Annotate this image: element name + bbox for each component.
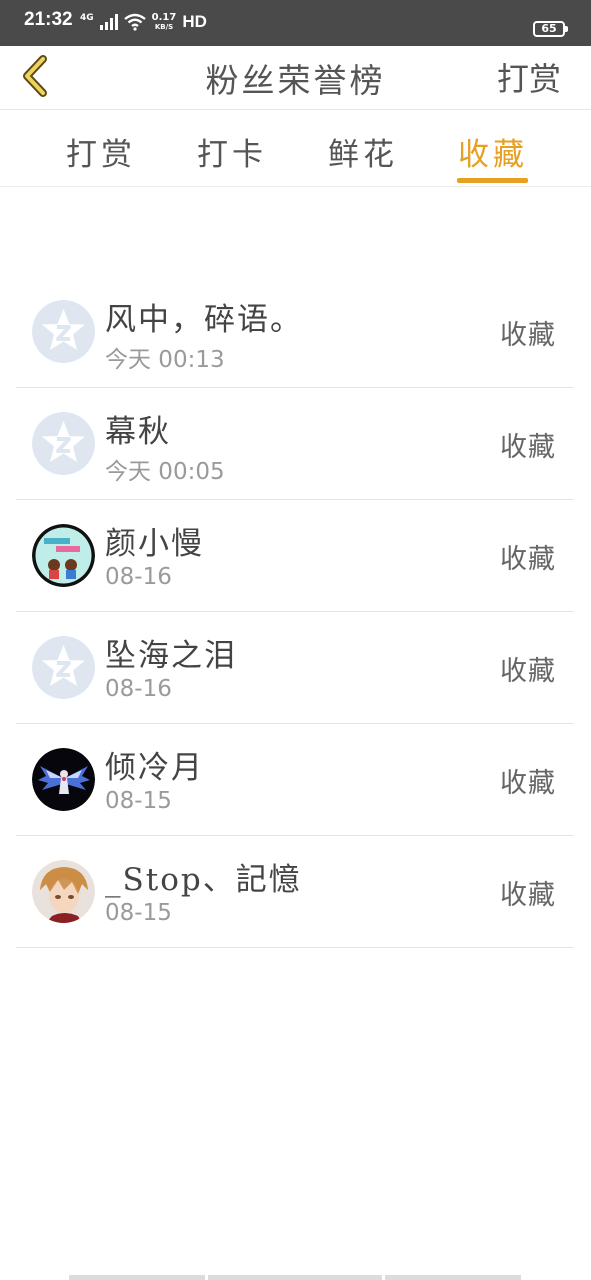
- list-item[interactable]: 坠海之泪 08-16 收藏: [16, 612, 574, 724]
- signal-icon: [99, 14, 118, 30]
- tab-checkin[interactable]: 打卡: [197, 129, 267, 174]
- cartoon-couple-avatar: [32, 524, 95, 587]
- user-name: 颜小慢: [105, 526, 204, 562]
- timestamp: 08-16: [105, 676, 172, 702]
- active-tab-indicator: [457, 178, 528, 183]
- user-name: 坠海之泪: [105, 638, 237, 674]
- list-item[interactable]: 倾冷月 08-15 收藏: [16, 724, 574, 836]
- timestamp: 08-15: [105, 900, 172, 926]
- user-name: _Stop、記憶: [105, 862, 302, 898]
- nav-handle: [208, 1275, 382, 1280]
- speed-value: 0.17: [151, 12, 177, 23]
- hd-indicator: HD: [182, 12, 207, 31]
- speed-unit: KB/S: [154, 23, 174, 31]
- status-bar: 21:32 4G 0.17 KB/S HD 65: [0, 0, 591, 46]
- default-star-icon: [32, 300, 95, 363]
- tab-favorites[interactable]: 收藏: [458, 129, 528, 174]
- user-name: 倾冷月: [105, 750, 204, 786]
- app-header: 粉丝荣誉榜 打赏: [0, 46, 591, 110]
- fan-list: 风中，碎语。 今天 00:13 收藏 幕秋 今天 00:05 收藏 颜小慢 08…: [16, 276, 574, 948]
- tab-bar: 打赏 打卡 鲜花 收藏: [0, 111, 591, 187]
- nav-handle: [69, 1275, 205, 1280]
- nav-handle: [385, 1275, 521, 1280]
- default-star-icon: [32, 636, 95, 699]
- action-label: 收藏: [500, 544, 556, 575]
- anime-boy-avatar: [32, 860, 95, 923]
- angel-wings-avatar: [32, 748, 95, 811]
- tab-reward[interactable]: 打赏: [66, 129, 136, 174]
- battery-icon: 65: [533, 21, 568, 37]
- list-item[interactable]: 风中，碎语。 今天 00:13 收藏: [16, 276, 574, 388]
- status-time: 21:32: [24, 9, 73, 30]
- network-type: 4G: [80, 12, 94, 23]
- action-label: 收藏: [500, 432, 556, 463]
- default-star-icon: [32, 412, 95, 475]
- action-label: 收藏: [500, 320, 556, 351]
- list-item[interactable]: _Stop、記憶 08-15 收藏: [16, 836, 574, 948]
- list-item[interactable]: 幕秋 今天 00:05 收藏: [16, 388, 574, 500]
- user-name: 风中，碎语。: [105, 302, 303, 338]
- timestamp: 今天 00:13: [105, 347, 225, 373]
- status-icons: 4G 0.17 KB/S HD: [80, 12, 207, 32]
- action-label: 收藏: [500, 880, 556, 911]
- tab-flowers[interactable]: 鲜花: [328, 129, 398, 174]
- action-label: 收藏: [500, 656, 556, 687]
- action-label: 收藏: [500, 768, 556, 799]
- timestamp: 今天 00:05: [105, 459, 225, 485]
- timestamp: 08-16: [105, 564, 172, 590]
- network-speed: 0.17 KB/S: [151, 12, 177, 32]
- timestamp: 08-15: [105, 788, 172, 814]
- list-item[interactable]: 颜小慢 08-16 收藏: [16, 500, 574, 612]
- reward-button[interactable]: 打赏: [497, 54, 561, 100]
- user-name: 幕秋: [105, 414, 171, 450]
- battery-level: 65: [541, 22, 557, 35]
- wifi-icon: [123, 13, 146, 31]
